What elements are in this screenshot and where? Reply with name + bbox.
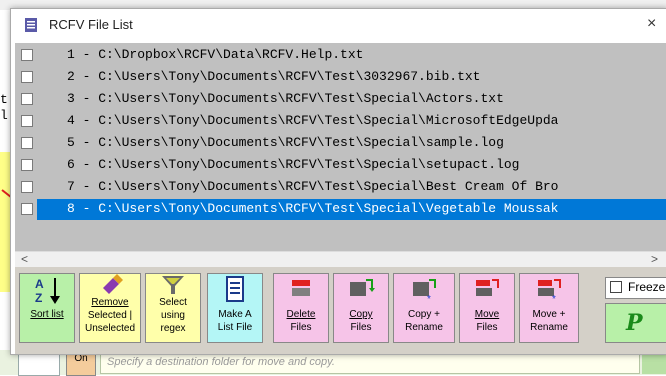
move-label-1: Move — [474, 309, 500, 320]
sort-list-label: Sort list — [30, 309, 64, 320]
move-icon — [460, 274, 514, 308]
select-label-1: Select — [159, 297, 187, 308]
svg-text:*: * — [427, 294, 431, 305]
file-list[interactable]: 1 - C:\Dropbox\RCFV\Data\RCFV.Help.txt 2… — [15, 43, 666, 251]
select-label-3: regex — [160, 323, 186, 334]
copy-rename-button[interactable]: * Copy + Rename — [393, 273, 455, 343]
file-checkbox[interactable] — [21, 93, 33, 105]
sort-az-icon: A Z — [20, 274, 74, 308]
file-row-2[interactable]: 2 - C:\Users\Tony\Documents\RCFV\Test\30… — [15, 67, 666, 88]
freeze-checkbox[interactable]: Freeze — [605, 277, 666, 299]
make-list-file-button[interactable]: Make A List File — [207, 273, 263, 343]
file-checkbox[interactable] — [21, 115, 33, 127]
window-title: RCFV File List — [49, 17, 133, 32]
sort-list-button[interactable]: A Z Sort list — [19, 273, 75, 343]
file-row-6[interactable]: 6 - C:\Users\Tony\Documents\RCFV\Test\Sp… — [15, 155, 666, 176]
background-app-right-button[interactable] — [642, 352, 666, 374]
move-label-2: Files — [476, 322, 498, 333]
file-path: 7 - C:\Users\Tony\Documents\RCFV\Test\Sp… — [67, 179, 559, 194]
file-checkbox[interactable] — [21, 159, 33, 171]
copy-rename-label-1: Copy + — [408, 309, 440, 320]
file-checkbox[interactable] — [21, 203, 33, 215]
list-file-icon — [208, 274, 262, 308]
file-path: 6 - C:\Users\Tony\Documents\RCFV\Test\Sp… — [67, 157, 520, 172]
file-path: 4 - C:\Users\Tony\Documents\RCFV\Test\Sp… — [67, 113, 559, 128]
file-row-4[interactable]: 4 - C:\Users\Tony\Documents\RCFV\Test\Sp… — [15, 111, 666, 132]
delete-files-button[interactable]: Delete Files — [273, 273, 329, 343]
copy-rename-icon: * — [394, 274, 454, 308]
copy-files-button[interactable]: Copy Files — [333, 273, 389, 343]
svg-text:Z: Z — [35, 291, 42, 305]
scroll-right-button[interactable]: > — [651, 252, 658, 266]
move-rename-button[interactable]: * Move + Rename — [519, 273, 579, 343]
background-app-button[interactable] — [18, 352, 60, 376]
copy-label-1: Copy — [349, 309, 373, 320]
file-path: 8 - C:\Users\Tony\Documents\RCFV\Test\Sp… — [67, 201, 559, 216]
scroll-left-button[interactable]: < — [21, 252, 28, 266]
file-path: 3 - C:\Users\Tony\Documents\RCFV\Test\Sp… — [67, 91, 504, 106]
filter-funnel-icon — [146, 274, 200, 296]
remove-selected-button[interactable]: Remove Selected | Unselected — [79, 273, 141, 343]
delete-icon — [274, 274, 328, 308]
file-checkbox[interactable] — [21, 137, 33, 149]
remove-label-1: Remove — [91, 297, 129, 308]
select-regex-button[interactable]: Select using regex — [145, 273, 201, 343]
on-button[interactable]: On — [66, 352, 96, 376]
file-row-8-selected[interactable]: 8 - C:\Users\Tony\Documents\RCFV\Test\Sp… — [15, 199, 666, 220]
remove-label-3: Unselected — [84, 323, 136, 334]
help-icon: P — [626, 310, 643, 336]
file-row-7[interactable]: 7 - C:\Users\Tony\Documents\RCFV\Test\Sp… — [15, 177, 666, 198]
file-row-5[interactable]: 5 - C:\Users\Tony\Documents\RCFV\Test\Sp… — [15, 133, 666, 154]
delete-label-2: Files — [290, 322, 312, 333]
eraser-icon — [80, 274, 140, 296]
file-path: 5 - C:\Users\Tony\Documents\RCFV\Test\Sp… — [67, 135, 504, 150]
freeze-label: Freeze — [628, 280, 666, 294]
make-label-1: Make A — [218, 309, 252, 320]
rcfv-file-list-window: RCFV File List × 1 - C:\Dropbox\RCFV\Dat… — [10, 8, 666, 355]
list-app-icon — [25, 18, 37, 32]
action-toolbar: A Z Sort list Remove Selected | Unselect… — [15, 267, 666, 354]
file-checkbox[interactable] — [21, 181, 33, 193]
make-label-2: List File — [217, 322, 253, 333]
delete-label-1: Delete — [286, 309, 316, 320]
file-row-3[interactable]: 3 - C:\Users\Tony\Documents\RCFV\Test\Sp… — [15, 89, 666, 110]
file-checkbox[interactable] — [21, 49, 33, 61]
svg-text:A: A — [35, 277, 44, 291]
copy-icon — [334, 274, 388, 308]
move-rename-label-1: Move + — [532, 309, 566, 320]
svg-text:*: * — [552, 294, 556, 305]
file-checkbox[interactable] — [21, 71, 33, 83]
remove-label-2: Selected | — [87, 310, 133, 321]
move-rename-label-2: Rename — [530, 322, 568, 333]
copy-label-2: Files — [350, 322, 372, 333]
move-rename-icon: * — [520, 274, 578, 308]
file-path: 2 - C:\Users\Tony\Documents\RCFV\Test\30… — [67, 69, 481, 84]
close-button[interactable]: × — [647, 15, 656, 33]
select-label-2: using — [161, 310, 185, 321]
move-files-button[interactable]: Move Files — [459, 273, 515, 343]
freeze-checkbox-box[interactable] — [610, 281, 622, 293]
file-path: 1 - C:\Dropbox\RCFV\Data\RCFV.Help.txt — [67, 47, 364, 62]
copy-rename-label-2: Rename — [405, 322, 443, 333]
help-button[interactable]: P — [605, 303, 666, 343]
destination-folder-hint[interactable]: Specify a destination folder for move an… — [100, 352, 640, 374]
horizontal-scrollbar[interactable]: < > — [15, 251, 666, 268]
title-bar: RCFV File List × — [11, 9, 666, 41]
file-row-1[interactable]: 1 - C:\Dropbox\RCFV\Data\RCFV.Help.txt — [15, 45, 666, 66]
